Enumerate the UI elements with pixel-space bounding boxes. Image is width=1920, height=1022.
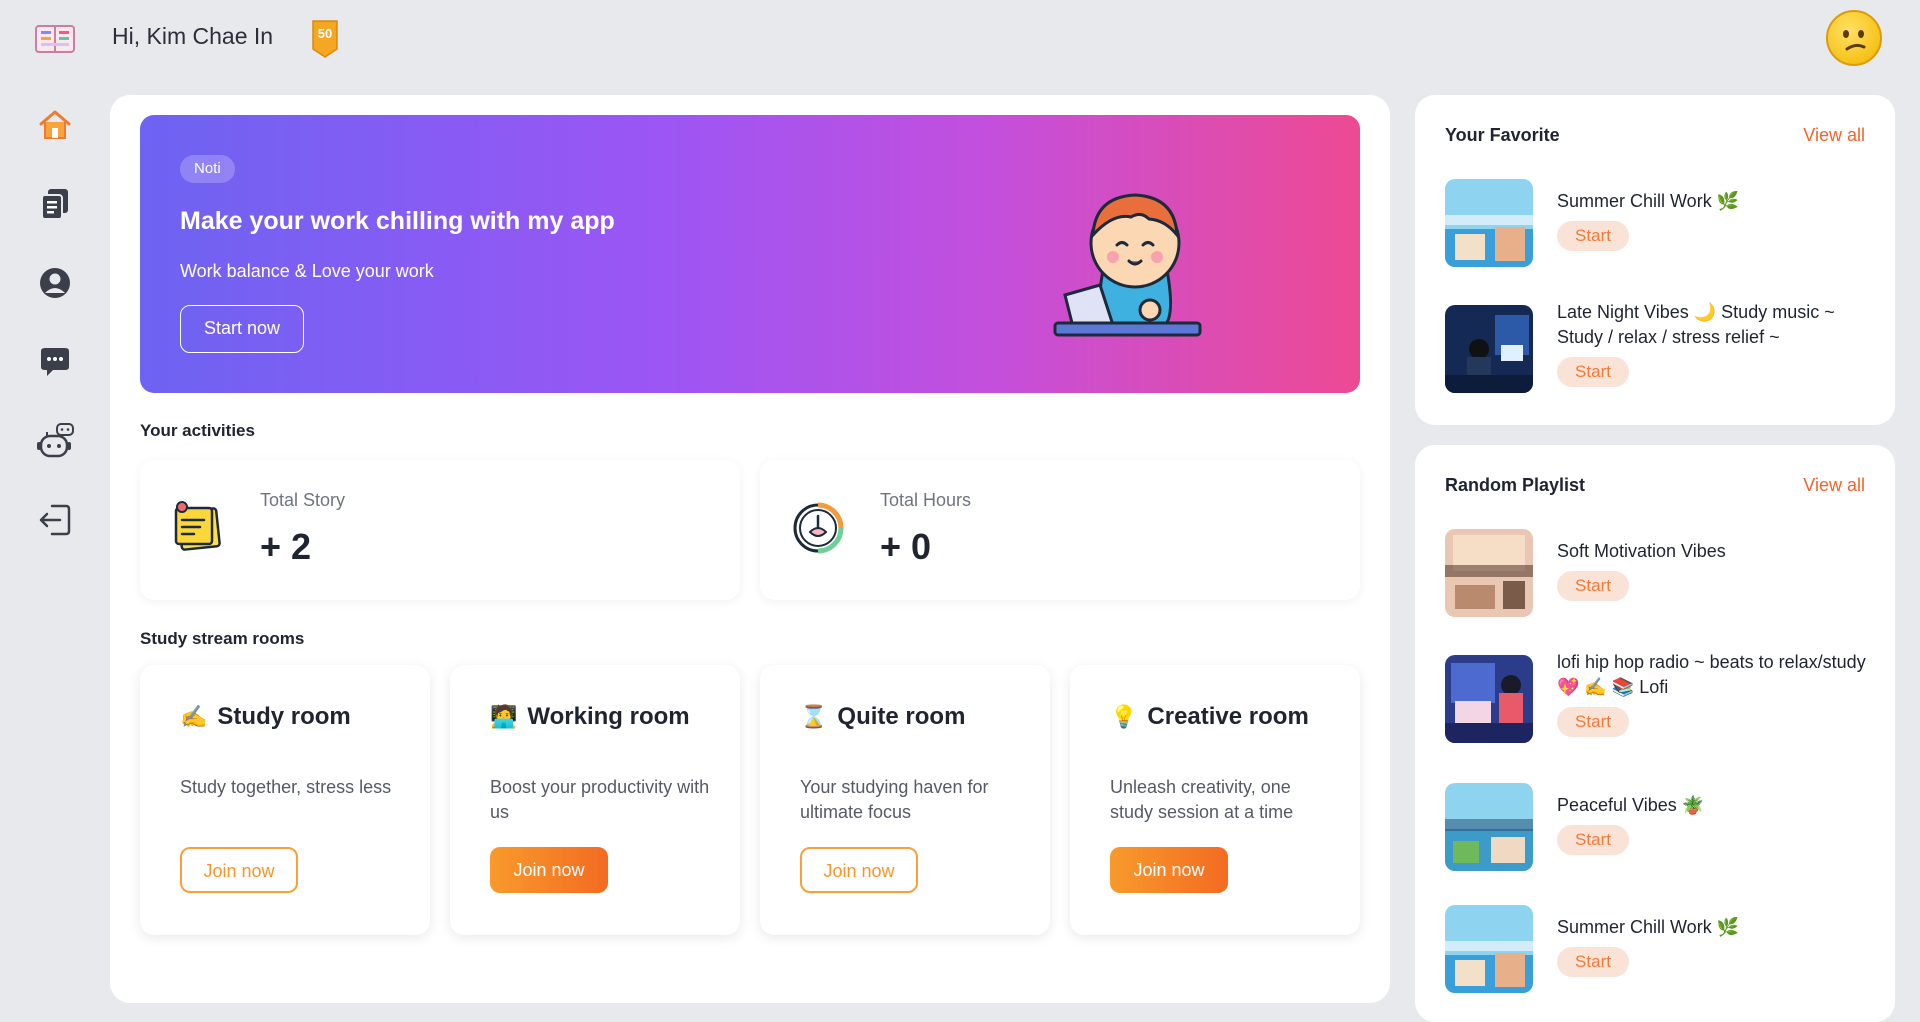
playlist-track-item[interactable]: lofi hip hop radio ~ beats to relax/stud… (1445, 652, 1875, 745)
room-title: ⌛ Quite room (800, 703, 965, 731)
favorite-panel: Your Favorite View all Summer Chill Work… (1415, 95, 1895, 425)
join-quite-room-button[interactable]: Join now (800, 847, 918, 893)
room-title-text: Quite room (837, 703, 966, 730)
technologist-icon: 🧑‍💻 (490, 704, 518, 730)
user-avatar[interactable] (1826, 10, 1882, 66)
random-view-all-link[interactable]: View all (1803, 475, 1865, 496)
track-thumbnail (1445, 179, 1533, 267)
chat-icon (41, 348, 69, 376)
track-thumbnail (1445, 305, 1533, 393)
kid-laptop-illustration (1045, 175, 1205, 345)
join-working-room-button[interactable]: Join now (490, 847, 608, 893)
total-hours-label: Total Hours (880, 490, 972, 510)
room-description: Unleash creativity, one study session at… (1110, 777, 1294, 822)
light-bulb-icon: 💡 (1110, 704, 1138, 730)
room-card-working[interactable]: 🧑‍💻 Working room Boost your productivity … (450, 665, 740, 935)
join-study-room-button[interactable]: Join now (180, 847, 298, 893)
banner-title: Make your work chilling with my app (180, 207, 615, 235)
track-title: Soft Motivation Vibes (1557, 541, 1726, 561)
track-thumbnail (1445, 783, 1533, 871)
total-story-label: Total Story (260, 490, 346, 510)
total-story-value: + 2 (260, 526, 312, 567)
random-playlist-panel: Random Playlist View all Soft Motivation… (1415, 445, 1895, 1022)
room-description: Study together, stress less (180, 777, 392, 797)
activities-title: Your activities (140, 421, 255, 440)
track-title: Peaceful Vibes 🪴 (1557, 795, 1705, 815)
room-title-text: Creative room (1147, 703, 1309, 730)
start-button[interactable]: Start (1557, 571, 1629, 601)
favorite-track-item[interactable]: Summer Chill Work 🌿 Start (1445, 179, 1875, 269)
room-card-quite[interactable]: ⌛ Quite room Your studying haven for ulti… (760, 665, 1050, 935)
clock-icon (790, 500, 846, 556)
start-now-button[interactable]: Start now (180, 305, 304, 353)
notes-icon (41, 189, 68, 220)
track-title: Late Night Vibes 🌙 Study music ~ Study /… (1557, 302, 1835, 347)
sidebar-item-chat[interactable] (30, 337, 80, 387)
start-button[interactable]: Start (1557, 825, 1629, 855)
sidebar-item-home[interactable] (30, 100, 80, 150)
track-thumbnail (1445, 905, 1533, 993)
room-card-study[interactable]: ✍️ Study room Study together, stress less… (140, 665, 430, 935)
room-description: Your studying haven for ultimate focus (800, 777, 989, 822)
favorite-track-item[interactable]: Late Night Vibes 🌙 Study music ~ Study /… (1445, 302, 1875, 395)
start-button[interactable]: Start (1557, 221, 1629, 251)
greeting: Hi, Kim Chae In (112, 23, 274, 49)
hourglass-icon: ⌛ (800, 704, 828, 730)
noti-badge: Noti (180, 155, 235, 183)
room-title: 🧑‍💻 Working room (490, 703, 690, 731)
start-button[interactable]: Start (1557, 707, 1629, 737)
total-hours-card: Total Hours + 0 (760, 460, 1360, 600)
sidebar-nav (30, 100, 80, 574)
bot-icon (37, 423, 74, 458)
favorite-title: Your Favorite (1445, 125, 1560, 145)
writing-hand-icon: ✍️ (180, 704, 208, 730)
playlist-track-item[interactable]: Soft Motivation Vibes Start (1445, 529, 1875, 619)
sticky-note-icon (170, 500, 226, 556)
random-title: Random Playlist (1445, 475, 1586, 495)
favorite-view-all-link[interactable]: View all (1803, 125, 1865, 146)
total-hours-value: + 0 (880, 526, 932, 567)
level-badge: 50 (310, 19, 340, 59)
total-story-card: Total Story + 2 (140, 460, 740, 600)
room-title: 💡 Creative room (1110, 703, 1309, 731)
panel-header: Your Favorite View all (1445, 125, 1865, 146)
promo-banner: Noti Make your work chilling with my app… (140, 115, 1360, 393)
room-title: ✍️ Study room (180, 703, 351, 731)
sidebar-item-bot[interactable] (30, 416, 80, 466)
sidebar-item-profile[interactable] (30, 258, 80, 308)
sidebar-item-logout[interactable] (30, 495, 80, 545)
level-value: 50 (318, 26, 332, 41)
sidebar-item-notes[interactable] (30, 179, 80, 229)
main-content: Noti Make your work chilling with my app… (110, 95, 1390, 1003)
track-thumbnail (1445, 655, 1533, 743)
start-button[interactable]: Start (1557, 947, 1629, 977)
track-thumbnail (1445, 529, 1533, 617)
track-title: Summer Chill Work 🌿 (1557, 191, 1740, 211)
banner-subtitle: Work balance & Love your work (180, 261, 434, 281)
start-button[interactable]: Start (1557, 357, 1629, 387)
home-icon (39, 110, 71, 139)
room-title-text: Study room (217, 703, 351, 730)
track-title: lofi hip hop radio ~ beats to relax/stud… (1557, 652, 1866, 697)
track-title: Summer Chill Work 🌿 (1557, 917, 1740, 937)
rooms-title: Study stream rooms (140, 629, 305, 648)
playlist-track-item[interactable]: Peaceful Vibes 🪴 Start (1445, 783, 1875, 873)
app-logo[interactable] (34, 22, 76, 56)
room-title-text: Working room (527, 703, 690, 730)
logout-icon (39, 504, 71, 536)
panel-header: Random Playlist View all (1445, 475, 1865, 496)
room-card-creative[interactable]: 💡 Creative room Unleash creativity, one s… (1070, 665, 1360, 935)
join-creative-room-button[interactable]: Join now (1110, 847, 1228, 893)
profile-icon (40, 268, 70, 298)
room-description: Boost your productivity with us (490, 777, 710, 822)
playlist-track-item[interactable]: Summer Chill Work 🌿 Start (1445, 905, 1875, 995)
